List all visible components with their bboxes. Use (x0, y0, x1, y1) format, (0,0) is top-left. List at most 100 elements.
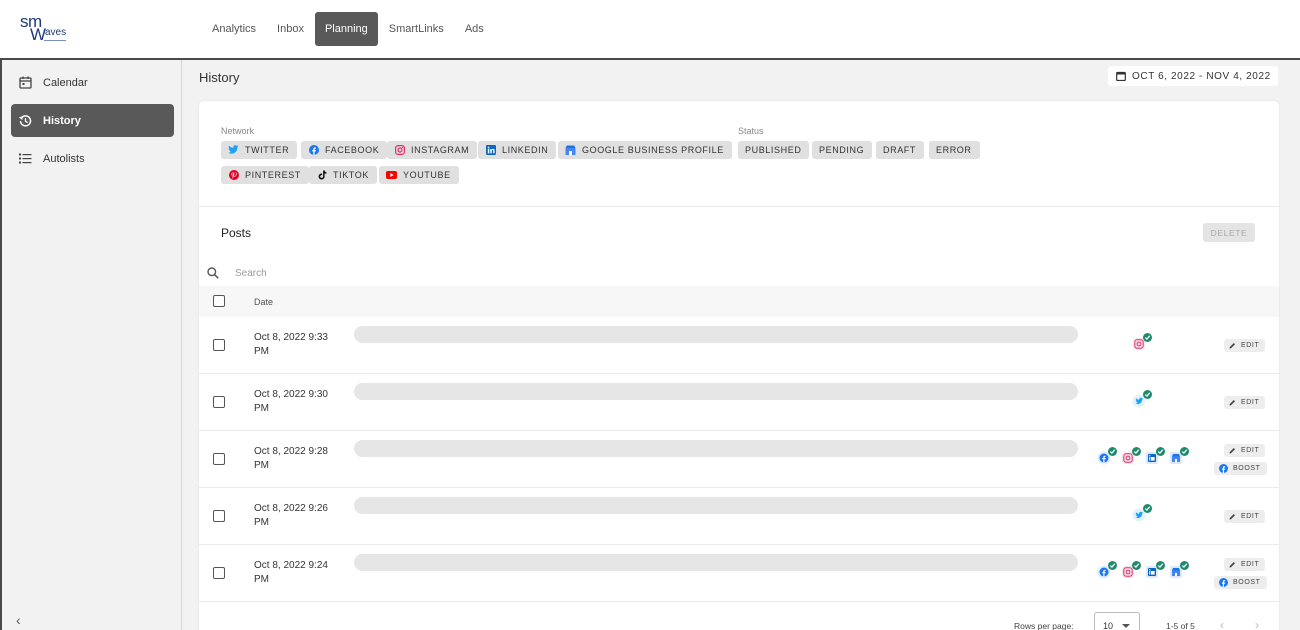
chevron-right-icon[interactable]: › (1255, 618, 1259, 630)
post-date: Oct 8, 2022 9:28 PM (254, 445, 339, 473)
post-date-line: Oct 8, 2022 9:24 (254, 560, 328, 571)
search-input[interactable] (235, 266, 535, 280)
post-date-line: PM (254, 574, 269, 585)
calendar-icon (1116, 71, 1126, 81)
edit-button[interactable]: EDIT (1224, 558, 1266, 571)
nav-smartlinks[interactable]: SmartLinks (379, 12, 454, 46)
filter-chip-google-business[interactable]: GOOGLE BUSINESS PROFILE (558, 141, 732, 159)
edit-button-label: EDIT (1241, 342, 1260, 349)
rows-per-page-select[interactable]: 10 (1094, 612, 1140, 630)
edit-button[interactable]: EDIT (1224, 510, 1266, 523)
table-row: Oct 8, 2022 9:24 PM EDIT BOOST (199, 545, 1279, 602)
select-all-checkbox[interactable] (213, 295, 225, 307)
filter-chip-label: INSTAGRAM (411, 145, 470, 155)
edit-button[interactable]: EDIT (1224, 339, 1266, 352)
row-checkbox[interactable] (213, 396, 225, 408)
top-bar: sm W aves Analytics Inbox Planning Smart… (0, 0, 1300, 60)
filter-chip-pending[interactable]: PENDING (812, 141, 873, 159)
edit-button[interactable]: EDIT (1224, 396, 1266, 409)
edit-button-label: EDIT (1241, 447, 1260, 454)
sidebar-collapse-icon[interactable]: ‹ (16, 612, 21, 628)
facebook-icon (1219, 464, 1228, 473)
facebook-icon (308, 145, 319, 156)
post-date-line: Oct 8, 2022 9:28 (254, 446, 328, 457)
filter-chip-pinterest[interactable]: PINTEREST (221, 166, 309, 184)
filter-chip-error[interactable]: ERROR (929, 141, 980, 159)
linkedin-icon (485, 145, 496, 156)
post-content-placeholder[interactable] (354, 497, 1078, 514)
filter-chip-label: TIKTOK (333, 170, 369, 180)
post-content-placeholder[interactable] (354, 440, 1078, 457)
published-check-icon (1180, 561, 1189, 570)
boost-button-label: BOOST (1233, 579, 1261, 586)
delete-button[interactable]: DELETE (1203, 223, 1255, 242)
sidebar-item-autolists[interactable]: Autolists (11, 142, 174, 175)
linkedin-icon (1145, 447, 1165, 467)
google-business-icon (1169, 447, 1189, 467)
row-checkbox[interactable] (213, 453, 225, 465)
facebook-icon (1219, 578, 1228, 587)
boost-button-label: BOOST (1233, 465, 1261, 472)
filter-chip-label: DRAFT (883, 145, 916, 155)
published-check-icon (1108, 561, 1117, 570)
page-title: History (199, 70, 240, 85)
instagram-icon (394, 145, 405, 156)
date-range-picker[interactable]: OCT 6, 2022 - NOV 4, 2022 (1108, 66, 1278, 86)
post-date: Oct 8, 2022 9:30 PM (254, 388, 339, 416)
rows-per-page-label: Rows per page: (1014, 621, 1074, 630)
nav-inbox[interactable]: Inbox (267, 12, 314, 46)
post-date-line: Oct 8, 2022 9:26 (254, 503, 328, 514)
google-business-icon (565, 145, 576, 156)
post-date-line: PM (254, 517, 269, 528)
filter-chip-label: GOOGLE BUSINESS PROFILE (582, 145, 724, 155)
table-row: Oct 8, 2022 9:33 PM EDIT (199, 317, 1279, 374)
filter-chip-label: TWITTER (245, 145, 290, 155)
post-content-placeholder[interactable] (354, 383, 1078, 400)
published-check-icon (1108, 447, 1117, 456)
filter-chip-twitter[interactable]: TWITTER (221, 141, 298, 159)
post-content-placeholder[interactable] (354, 554, 1078, 571)
youtube-icon (386, 170, 397, 181)
filter-chip-label: FACEBOOK (325, 145, 380, 155)
logo[interactable]: sm W aves (20, 12, 80, 48)
post-date-line: PM (254, 403, 269, 414)
published-check-icon (1156, 447, 1165, 456)
row-checkbox[interactable] (213, 567, 225, 579)
filter-chip-tiktok[interactable]: TIKTOK (309, 166, 377, 184)
logo-wave-mark (44, 40, 66, 43)
linkedin-icon (1145, 561, 1165, 581)
nav-ads[interactable]: Ads (455, 12, 494, 46)
post-content-placeholder[interactable] (354, 326, 1078, 343)
pencil-icon (1229, 447, 1236, 454)
pencil-icon (1229, 399, 1236, 406)
filter-chip-linkedin[interactable]: LINKEDIN (478, 141, 557, 159)
edit-button[interactable]: EDIT (1224, 444, 1266, 457)
filter-chip-instagram[interactable]: INSTAGRAM (387, 141, 478, 159)
boost-button[interactable]: BOOST (1214, 576, 1267, 589)
search-icon (207, 266, 219, 284)
pencil-icon (1229, 513, 1236, 520)
twitter-icon (1132, 504, 1152, 524)
calendar-icon (17, 75, 33, 91)
table-header: Date (199, 286, 1279, 317)
nav-analytics[interactable]: Analytics (202, 12, 266, 46)
boost-button[interactable]: BOOST (1214, 462, 1267, 475)
filter-chip-facebook[interactable]: FACEBOOK (301, 141, 388, 159)
pencil-icon (1229, 561, 1236, 568)
instagram-icon (1121, 561, 1141, 581)
sidebar-item-history[interactable]: History (11, 104, 174, 137)
history-card: Network Status TWITTER FACEBOOK INSTAGRA… (199, 101, 1279, 630)
filter-chip-draft[interactable]: DRAFT (876, 141, 924, 159)
filter-chip-youtube[interactable]: YOUTUBE (379, 166, 459, 184)
row-checkbox[interactable] (213, 510, 225, 522)
twitter-icon (1132, 390, 1152, 410)
nav-planning[interactable]: Planning (314, 12, 378, 46)
rows-per-page-value: 10 (1103, 621, 1114, 630)
chevron-left-icon[interactable]: ‹ (1220, 618, 1224, 630)
post-date-line: Oct 8, 2022 9:30 (254, 389, 328, 400)
filter-chip-label: PINTEREST (245, 170, 301, 180)
sidebar-item-calendar[interactable]: Calendar (11, 66, 174, 99)
filter-chip-published[interactable]: PUBLISHED (738, 141, 810, 159)
row-checkbox[interactable] (213, 339, 225, 351)
pagination-range: 1-5 of 5 (1166, 621, 1195, 630)
